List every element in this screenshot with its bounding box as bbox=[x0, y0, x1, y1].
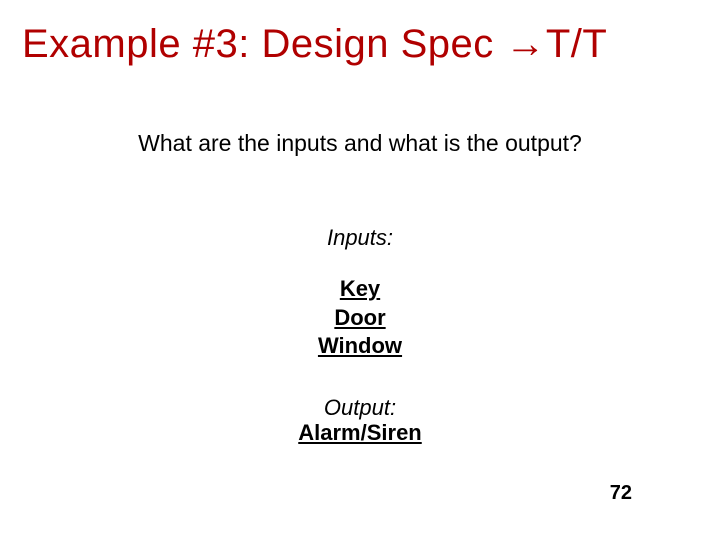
inputs-label: Inputs: bbox=[0, 225, 720, 251]
output-value: Alarm/Siren bbox=[0, 420, 720, 446]
slide-title: Example #3: Design Spec →T/T bbox=[22, 22, 607, 67]
inputs-list: Key Door Window bbox=[0, 275, 720, 361]
slide-subtitle: What are the inputs and what is the outp… bbox=[0, 130, 720, 157]
page-number: 72 bbox=[610, 482, 632, 505]
list-item: Window bbox=[0, 332, 720, 361]
output-label: Output: bbox=[0, 395, 720, 421]
list-item: Door bbox=[0, 304, 720, 333]
list-item: Key bbox=[0, 275, 720, 304]
